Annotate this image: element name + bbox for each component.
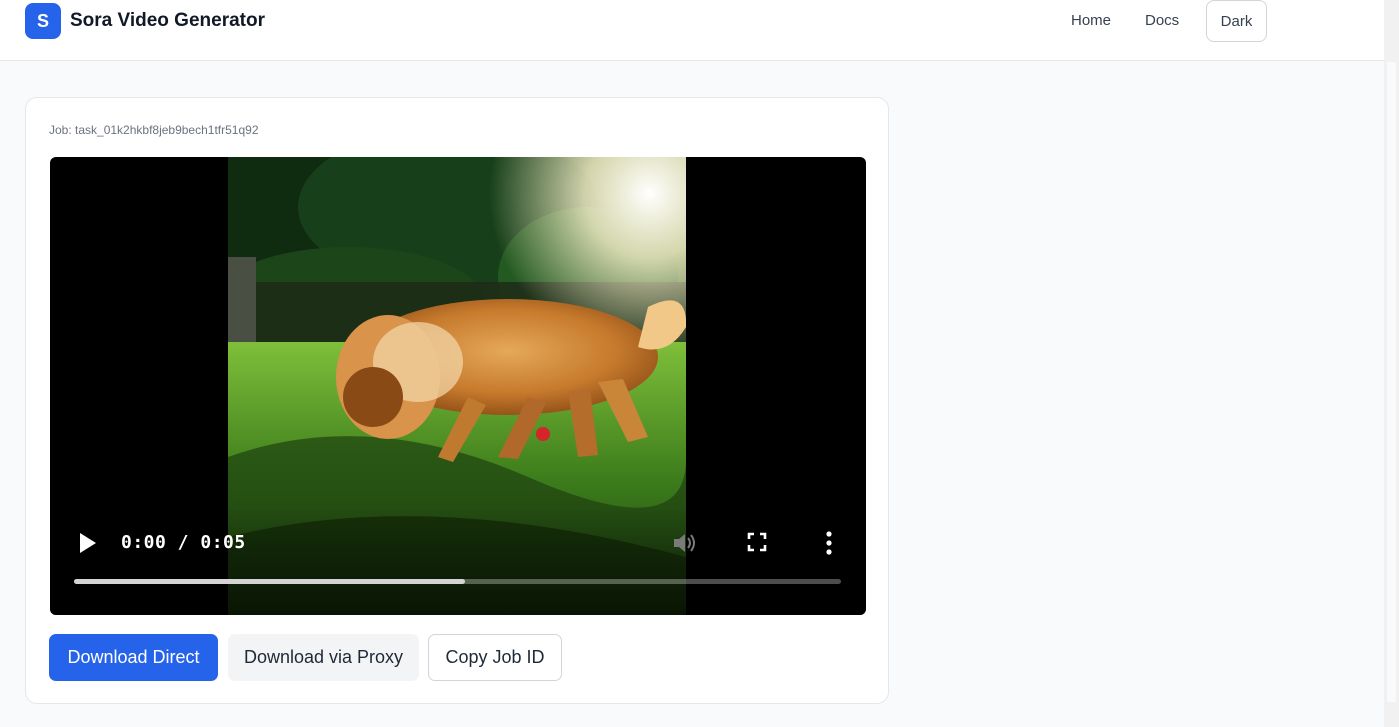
job-id-label: Job: task_01k2hkbf8jeb9bech1tfr51q92	[49, 123, 259, 137]
video-player[interactable]: 0:00 / 0:05	[50, 157, 866, 615]
fullscreen-icon[interactable]	[747, 532, 767, 552]
copy-job-id-button[interactable]: Copy Job ID	[428, 634, 562, 681]
seek-bar-fill	[74, 579, 466, 584]
brand[interactable]: S Sora Video Generator	[25, 3, 265, 39]
time-display: 0:00 / 0:05	[121, 532, 246, 553]
theme-toggle-button[interactable]: Dark	[1206, 0, 1267, 42]
scrollbar-thumb[interactable]	[1387, 62, 1396, 702]
app-header: S Sora Video Generator Home Docs Dark	[0, 0, 1399, 61]
nav-docs-link[interactable]: Docs	[1145, 12, 1179, 29]
download-proxy-button[interactable]: Download via Proxy	[228, 634, 419, 681]
more-options-icon[interactable]	[826, 531, 832, 555]
download-direct-button[interactable]: Download Direct	[49, 634, 218, 681]
page-scrollbar[interactable]	[1384, 0, 1399, 727]
app-title: Sora Video Generator	[70, 10, 265, 31]
app-logo-icon: S	[25, 3, 61, 39]
play-icon[interactable]	[78, 532, 98, 554]
volume-icon[interactable]	[672, 531, 698, 555]
controls-overlay	[50, 505, 866, 615]
nav-home-link[interactable]: Home	[1071, 12, 1111, 29]
video-result-card: Job: task_01k2hkbf8jeb9bech1tfr51q92 0:0…	[25, 97, 889, 704]
seek-bar[interactable]	[74, 579, 841, 584]
